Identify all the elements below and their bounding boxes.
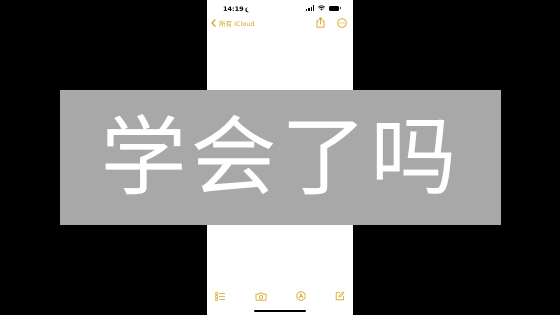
battery-icon bbox=[329, 5, 341, 11]
compose-button[interactable] bbox=[333, 289, 347, 303]
markup-button[interactable] bbox=[294, 289, 308, 303]
nav-actions bbox=[316, 17, 347, 28]
status-indicators bbox=[306, 5, 341, 11]
checklist-button[interactable] bbox=[213, 289, 227, 303]
compose-icon bbox=[335, 291, 345, 301]
back-button-label: 所有 iCloud bbox=[219, 20, 255, 28]
back-button[interactable]: 所有 iCloud bbox=[211, 18, 254, 28]
caption-banner: 学会了吗 bbox=[60, 90, 501, 225]
camera-button[interactable] bbox=[254, 289, 268, 303]
status-time: 14:19 bbox=[223, 5, 250, 13]
more-icon bbox=[337, 17, 347, 28]
caption-text: 学会了吗 bbox=[100, 107, 461, 208]
bottom-toolbar bbox=[207, 289, 353, 303]
focus-moon-icon bbox=[246, 7, 251, 12]
home-indicator[interactable] bbox=[254, 310, 306, 312]
share-icon bbox=[316, 17, 325, 28]
share-button[interactable] bbox=[316, 17, 325, 28]
wifi-icon bbox=[318, 5, 325, 11]
chevron-left-icon bbox=[211, 19, 216, 27]
checklist-icon bbox=[214, 291, 225, 301]
status-time-text: 14:19 bbox=[223, 5, 244, 13]
markup-icon bbox=[296, 291, 306, 301]
cellular-signal-icon bbox=[306, 5, 314, 11]
more-button[interactable] bbox=[337, 17, 347, 28]
camera-icon bbox=[255, 292, 267, 301]
screen: 14:19 所有 iCloud 学会了吗 bbox=[0, 0, 560, 315]
